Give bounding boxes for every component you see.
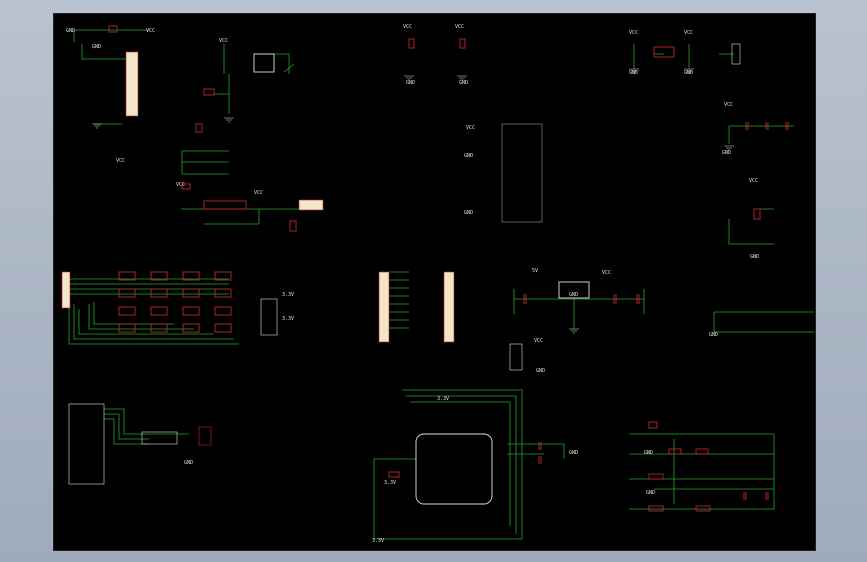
label-gnd-filter: GND <box>644 450 653 456</box>
label-gnd-caps: GND <box>722 150 731 156</box>
label-gnd-conn: GND <box>536 368 545 374</box>
label-33v-left: 3.3V <box>384 480 396 486</box>
wires <box>68 29 814 540</box>
label-gnd-a: GND <box>406 80 415 86</box>
label-gnd-mcu: GND <box>464 153 473 159</box>
label-vcc-led: VCC <box>176 182 185 188</box>
label-gnd-mcu2: GND <box>464 210 473 216</box>
label-vcc-tr1: VCC <box>629 30 638 36</box>
connectors <box>61 43 741 505</box>
schematic-drawing: GND VCC GND VCC VCC VCC GND GND VCC VCC … <box>61 24 814 544</box>
label-gnd-filter2: GND <box>646 490 655 496</box>
schematic-canvas[interactable]: GND VCC GND VCC VCC VCC GND GND VCC VCC … <box>53 13 816 551</box>
label-33v-bottom: 3.3V <box>372 538 384 544</box>
label-vcc-a: VCC <box>403 24 412 30</box>
label-gnd-top: GND <box>66 28 75 34</box>
label-vcc-conn: VCC <box>534 338 543 344</box>
label-vcc-res: VCC <box>749 178 758 184</box>
label-vcc-tr2: VCC <box>684 30 693 36</box>
label-5v: 5V <box>532 268 538 274</box>
label-vcc-caps: VCC <box>724 102 733 108</box>
label-vcc-buzzer: VCC <box>116 158 125 164</box>
ground-symbols <box>92 68 734 334</box>
label-33v-b: 3.3V <box>282 316 294 322</box>
label-vcc-b: VCC <box>455 24 464 30</box>
label-vcc-relay: VCC <box>219 38 228 44</box>
label-33v-mcu: 3.3V <box>437 396 449 402</box>
label-vcc-top: VCC <box>146 28 155 34</box>
label-33v-a: 3.3V <box>282 292 294 298</box>
label-gnd-b: GND <box>459 80 468 86</box>
label-vcc-ldo: VCC <box>602 270 611 276</box>
label-gnd-left: GND <box>92 44 101 50</box>
label-vcc-mcu: VCC <box>466 125 475 131</box>
label-gnd-rs: GND <box>709 332 718 338</box>
label-gnd-box: GND <box>569 292 578 298</box>
label-gnd-res: GND <box>750 254 759 260</box>
label-gnd-xtal: GND <box>569 450 578 456</box>
label-vcc-reg: VCC <box>254 190 263 196</box>
label-gnd-switch: GND <box>184 460 193 466</box>
